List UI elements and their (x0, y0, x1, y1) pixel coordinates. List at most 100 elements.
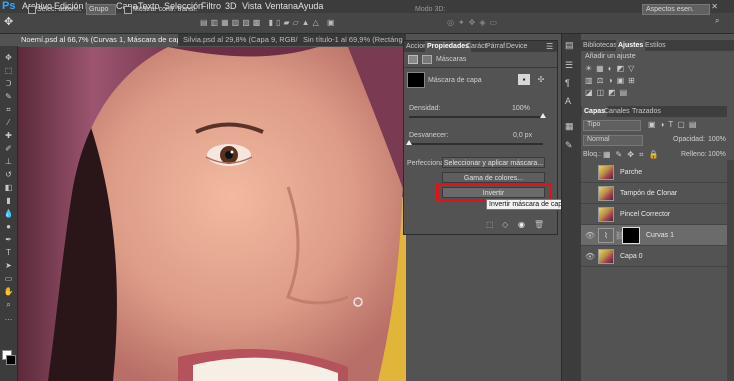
opacity-value[interactable]: 100% (708, 136, 726, 143)
group-dropdown-value: Grupo (89, 6, 109, 13)
paragraph-panel-icon[interactable]: ¶ (565, 78, 570, 88)
tab-estilos[interactable]: Estilos (645, 40, 666, 51)
background-color-swatch[interactable] (6, 355, 16, 365)
tab-device[interactable]: Device (506, 41, 527, 52)
character-panel-icon[interactable]: A (565, 96, 571, 106)
adjustment-icons-row3[interactable]: ◪◫◩▤ (585, 88, 631, 97)
path-select-icon[interactable]: ➤ (3, 261, 14, 270)
layer-thumbnail (598, 249, 614, 264)
quick-select-tool-icon[interactable]: ✎ (3, 92, 14, 101)
layer-name: Curvas 1 (646, 232, 675, 239)
layer-name: Pincel Corrector (620, 211, 671, 218)
menu-ayuda[interactable]: Ayuda (298, 0, 323, 13)
mode-3d-icons[interactable]: ◎✦✥◈▭ (447, 16, 527, 29)
history-panel-icon[interactable]: ▤ (565, 40, 574, 51)
eye-icon[interactable]: 👁 (585, 252, 595, 261)
lock-icons[interactable]: ▦✎✥⌗🔒 (603, 150, 663, 160)
filter-icons[interactable]: ▣◑T▢▤ (648, 120, 700, 129)
tab-bibliotecas[interactable]: Bibliotecas (583, 40, 617, 51)
color-range-button[interactable]: Gama de colores... (442, 172, 545, 183)
delete-mask-icon[interactable]: 🗑 (534, 220, 544, 229)
lasso-tool-icon[interactable]: ᑐ (3, 79, 14, 88)
pen-tool-icon[interactable]: ✒ (3, 235, 14, 244)
vector-mask-icon[interactable] (422, 55, 432, 64)
toggle-mask-visibility-icon[interactable]: ◉ (518, 220, 525, 229)
density-value[interactable]: 100% (512, 105, 530, 112)
hand-tool-icon[interactable]: ✋ (3, 287, 14, 296)
panel-menu-icon[interactable]: ☰ (546, 41, 553, 52)
add-vector-mask-icon[interactable]: ✣ (535, 74, 547, 85)
history-brush-icon[interactable]: ↺ (3, 170, 14, 179)
more-tools-icon[interactable]: … (3, 313, 14, 322)
type-tool-icon[interactable]: T (3, 248, 14, 257)
align-icons[interactable]: ▤▥▦▧▨▩ ▮▯▰▱▲△ ▣ (200, 16, 390, 29)
photoshop-logo-icon: Ps (2, 0, 16, 12)
load-selection-icon[interactable]: ⬚ (486, 220, 494, 229)
layers-scrollbar[interactable] (727, 160, 734, 381)
mode-3d-label: Modo 3D: (415, 6, 446, 13)
tab-canales[interactable]: Canales (604, 106, 630, 117)
crop-tool-icon[interactable]: ⌗ (3, 105, 14, 114)
fill-value[interactable]: 100% (708, 151, 726, 158)
document-canvas[interactable] (18, 47, 406, 381)
layer-mask-thumbnail[interactable] (622, 227, 640, 244)
layer-name: Capa 0 (620, 253, 643, 260)
menu-vista[interactable]: Vista (242, 0, 262, 13)
menu-3d[interactable]: 3D (225, 0, 237, 13)
density-label: Densidad: (409, 105, 441, 112)
select-pixel-mask-icon[interactable]: ▪ (518, 74, 530, 85)
curves-adjustment-icon: ⌇ (598, 228, 614, 243)
tab-noemi[interactable]: Noemí.psd al 66,7% (Curvas 1, Máscara de… (18, 34, 178, 46)
adjustment-icons-row2[interactable]: ▥⚖◑▣⊞ (585, 76, 639, 85)
zoom-tool-icon[interactable]: ⌕ (3, 300, 14, 309)
density-slider-thumb[interactable] (540, 113, 546, 118)
properties-panel-icon[interactable]: ☰ (565, 60, 573, 71)
move-tool-icon[interactable]: ✥ (3, 53, 14, 62)
lock-label: Bloq.: (583, 151, 601, 158)
transform-checkbox[interactable] (124, 6, 132, 14)
blur-tool-icon[interactable]: 💧 (3, 209, 14, 218)
eraser-tool-icon[interactable]: ◧ (3, 183, 14, 192)
shape-tool-icon[interactable]: ▭ (3, 274, 14, 283)
apply-mask-icon[interactable]: ◇ (502, 220, 508, 229)
invert-button[interactable]: Invertir (442, 187, 545, 198)
eyedropper-tool-icon[interactable]: ⁄ (3, 118, 14, 127)
transform-label: Mostrar contr. transf. (133, 6, 198, 13)
brush-tool-icon[interactable]: ✐ (3, 144, 14, 153)
feather-value[interactable]: 0,0 px (513, 132, 532, 139)
tab-silvia[interactable]: Silvia.psd al 29,8% (Capa 9, RGB/... (180, 34, 298, 46)
dodge-tool-icon[interactable]: ● (3, 222, 14, 231)
adjustment-icons-row1[interactable]: ☀▦◐◩▽ (585, 64, 638, 73)
feather-slider-thumb[interactable] (406, 140, 412, 145)
eye-icon[interactable]: 👁 (585, 231, 595, 240)
fill-label: Relleno: (681, 151, 707, 158)
tab-parrafo[interactable]: Párraf (486, 41, 505, 52)
select-and-mask-button[interactable]: Seleccionar y aplicar máscara... (442, 157, 545, 168)
tab-caracter[interactable]: Caráct (466, 41, 487, 52)
tab-acciones[interactable]: Accior (406, 41, 425, 52)
tab-trazados[interactable]: Trazados (632, 106, 661, 117)
feather-slider-track[interactable] (409, 143, 543, 145)
workspace-value: Aspectos esen. (646, 6, 694, 13)
marquee-tool-icon[interactable]: ⬚ (3, 66, 14, 75)
blend-mode-value: Normal (587, 136, 610, 143)
menu-filtro[interactable]: Filtro (201, 0, 221, 13)
tab-propiedades[interactable]: Propiedades (425, 41, 472, 52)
clone-stamp-icon[interactable]: ⊥ (3, 157, 14, 166)
search-icon[interactable]: ⌕ (715, 16, 727, 28)
healing-brush-icon[interactable]: ✚ (3, 131, 14, 140)
density-slider-track[interactable] (409, 116, 543, 118)
layer-thumbnail (598, 165, 614, 180)
pixel-mask-icon[interactable] (408, 55, 418, 64)
auto-select-checkbox[interactable] (28, 6, 36, 14)
gradient-tool-icon[interactable]: ▮ (3, 196, 14, 205)
tab-ajustes[interactable]: Ajustes (616, 40, 646, 51)
layer-thumbnail (598, 207, 614, 222)
move-tool-icon[interactable]: ✥ (4, 15, 18, 29)
menu-ventana[interactable]: Ventana (265, 0, 298, 13)
tab-sin-titulo[interactable]: Sin título-1 al 69,9% (Rectángulo... (300, 34, 403, 46)
panel-dock-strip (561, 34, 581, 381)
swatches-panel-icon[interactable]: ▦ (565, 121, 574, 132)
brushes-panel-icon[interactable]: ✎ (565, 140, 573, 151)
auto-select-label: Selec. autom.: (37, 6, 82, 13)
